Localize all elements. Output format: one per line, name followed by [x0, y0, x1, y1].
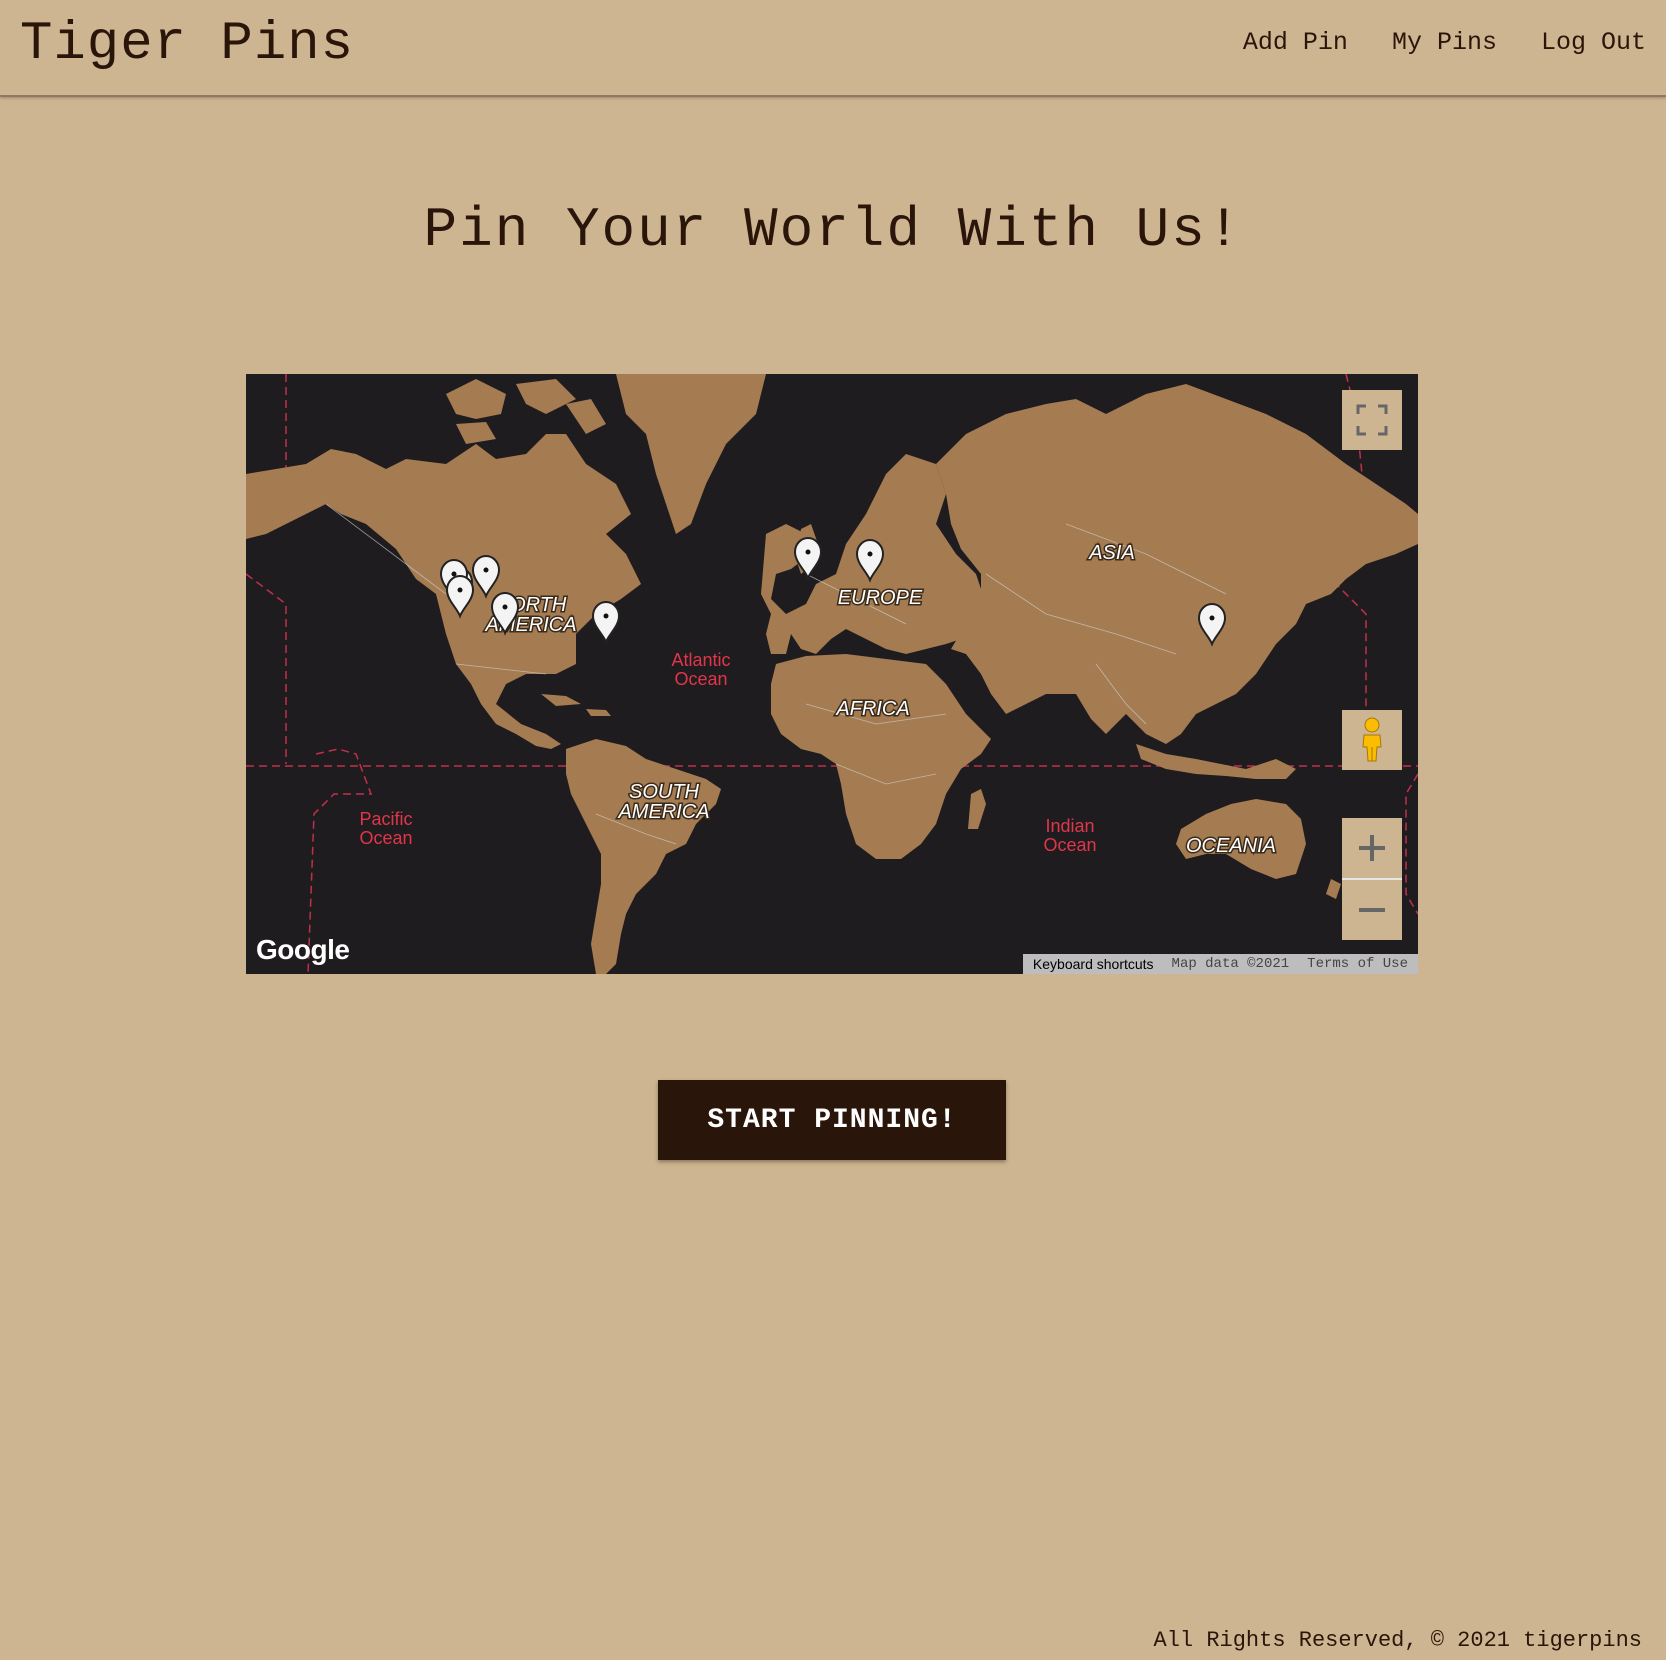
label-europe: EUROPE: [838, 587, 923, 609]
fullscreen-icon: [1356, 404, 1388, 436]
top-navbar: Tiger Pins Add Pin My Pins Log Out: [0, 0, 1666, 97]
land-new-zealand: [1326, 879, 1341, 899]
label-atlantic-1: Atlantic: [671, 650, 730, 670]
minus-icon: [1359, 908, 1385, 912]
map-data-text: Map data ©2021: [1171, 956, 1290, 972]
label-atlantic-2: Ocean: [674, 669, 727, 689]
zoom-in-button[interactable]: [1342, 818, 1402, 878]
page-headline: Pin Your World With Us!: [423, 198, 1243, 262]
terms-of-use-link[interactable]: Terms of Use: [1307, 956, 1408, 972]
map-pin[interactable]: [793, 536, 823, 581]
nav-my-pins-link[interactable]: My Pins: [1392, 28, 1497, 57]
land-indonesia: [1136, 744, 1296, 779]
land-north-america: [246, 434, 641, 749]
brand-logo[interactable]: Tiger Pins: [20, 14, 354, 75]
pegman-icon: [1362, 717, 1382, 762]
map-attribution: Keyboard shortcuts Map data ©2021 Terms …: [1022, 954, 1418, 974]
label-indian-2: Ocean: [1043, 835, 1096, 855]
label-oceania: OCEANIA: [1186, 835, 1276, 857]
land-madagascar: [968, 789, 986, 829]
land-greenland: [616, 374, 766, 534]
label-asia: ASIA: [1088, 542, 1135, 564]
plus-icon: [1359, 835, 1385, 861]
land-south-america: [566, 739, 721, 974]
start-pinning-button[interactable]: START PINNING!: [658, 1080, 1006, 1160]
world-map[interactable]: NORTH AMERICA SOUTH AMERICA EUROPE AFRIC…: [246, 374, 1418, 974]
google-logo[interactable]: Google: [256, 934, 350, 966]
street-view-pegman[interactable]: [1342, 710, 1402, 770]
label-indian-1: Indian: [1045, 816, 1094, 836]
keyboard-shortcuts-link[interactable]: Keyboard shortcuts: [1033, 956, 1154, 972]
nav-log-out-link[interactable]: Log Out: [1541, 28, 1646, 57]
land-caribbean: [541, 694, 611, 716]
label-africa: AFRICA: [835, 698, 909, 720]
fullscreen-button[interactable]: [1342, 390, 1402, 450]
label-south-america-1: SOUTH: [629, 781, 700, 803]
nav-links: Add Pin My Pins Log Out: [1243, 28, 1646, 57]
zoom-out-button[interactable]: [1342, 880, 1402, 940]
map-canvas[interactable]: NORTH AMERICA SOUTH AMERICA EUROPE AFRIC…: [246, 374, 1418, 974]
label-south-america-2: AMERICA: [617, 801, 709, 823]
nav-add-pin-link[interactable]: Add Pin: [1243, 28, 1348, 57]
label-pacific-2: Ocean: [359, 828, 412, 848]
footer-copyright: All Rights Reserved, © 2021 tigerpins: [1153, 1628, 1642, 1653]
land-africa: [771, 654, 991, 859]
map-pin[interactable]: [591, 600, 621, 645]
land-arctic-islands: [446, 379, 606, 444]
label-pacific-1: Pacific: [359, 809, 412, 829]
